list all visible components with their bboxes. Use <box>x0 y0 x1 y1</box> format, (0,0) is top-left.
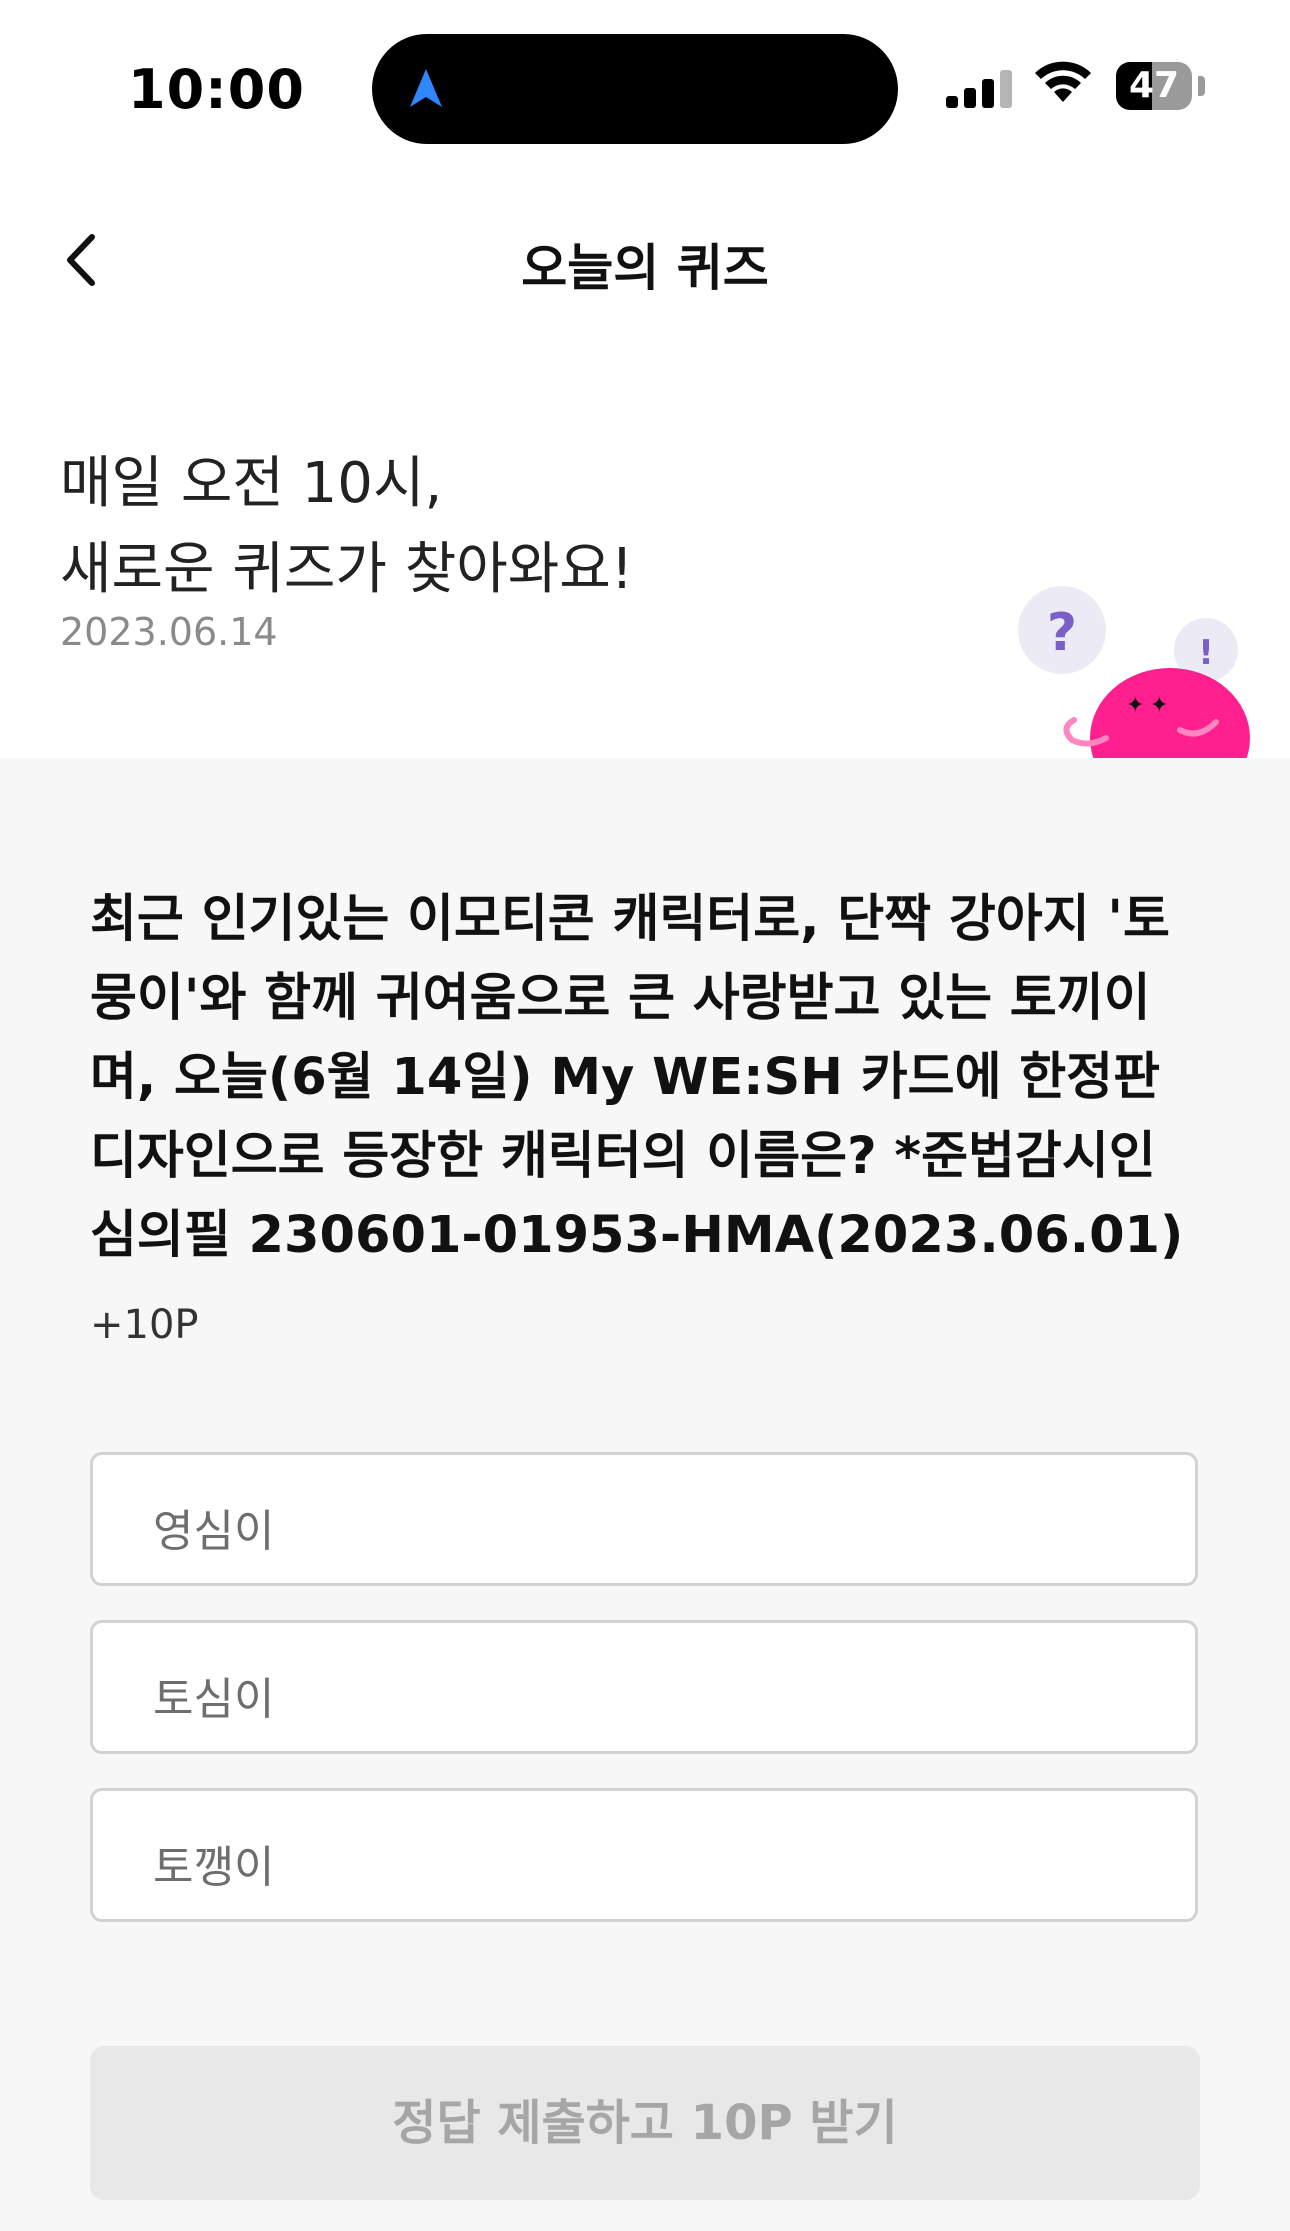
svg-text:✦: ✦ <box>1150 693 1168 718</box>
svg-text:?: ? <box>1047 603 1077 663</box>
answer-option-label: 영심이 <box>153 1506 275 1557</box>
svg-text:✦: ✦ <box>1126 693 1144 718</box>
quiz-question: 최근 인기있는 이모티콘 캐릭터로, 단짝 강아지 '토뭉이'와 함께 귀여움으… <box>90 890 1184 1265</box>
intro-line-2: 새로운 퀴즈가 찾아와요! <box>60 537 634 602</box>
battery-level: 47 <box>1128 65 1180 106</box>
dynamic-island <box>372 34 898 144</box>
page-title: 오늘의 퀴즈 <box>521 239 769 297</box>
battery-icon: 47 <box>1116 62 1192 110</box>
answer-option-3[interactable]: 토깽이 <box>90 1788 1198 1922</box>
answer-option-label: 토깽이 <box>153 1842 275 1893</box>
answer-option-1[interactable]: 영심이 <box>90 1452 1198 1586</box>
battery-cap <box>1198 76 1205 96</box>
wifi-icon <box>1035 61 1091 102</box>
location-arrow-icon <box>410 69 442 107</box>
quiz-mascot-illustration: ? ! ✦ ✦ <box>1018 586 1250 758</box>
answer-option-2[interactable]: 토심이 <box>90 1620 1198 1754</box>
submit-answer-button[interactable]: 정답 제출하고 10P 받기 <box>90 2046 1200 2200</box>
svg-text:!: ! <box>1198 633 1214 673</box>
signal-icon <box>946 68 1014 108</box>
quiz-date: 2023.06.14 <box>60 610 278 654</box>
intro-line-1: 매일 오전 10시, <box>60 451 443 516</box>
quiz-points: +10P <box>90 1302 199 1348</box>
answer-option-label: 토심이 <box>153 1674 275 1725</box>
status-time: 10:00 <box>128 58 305 121</box>
